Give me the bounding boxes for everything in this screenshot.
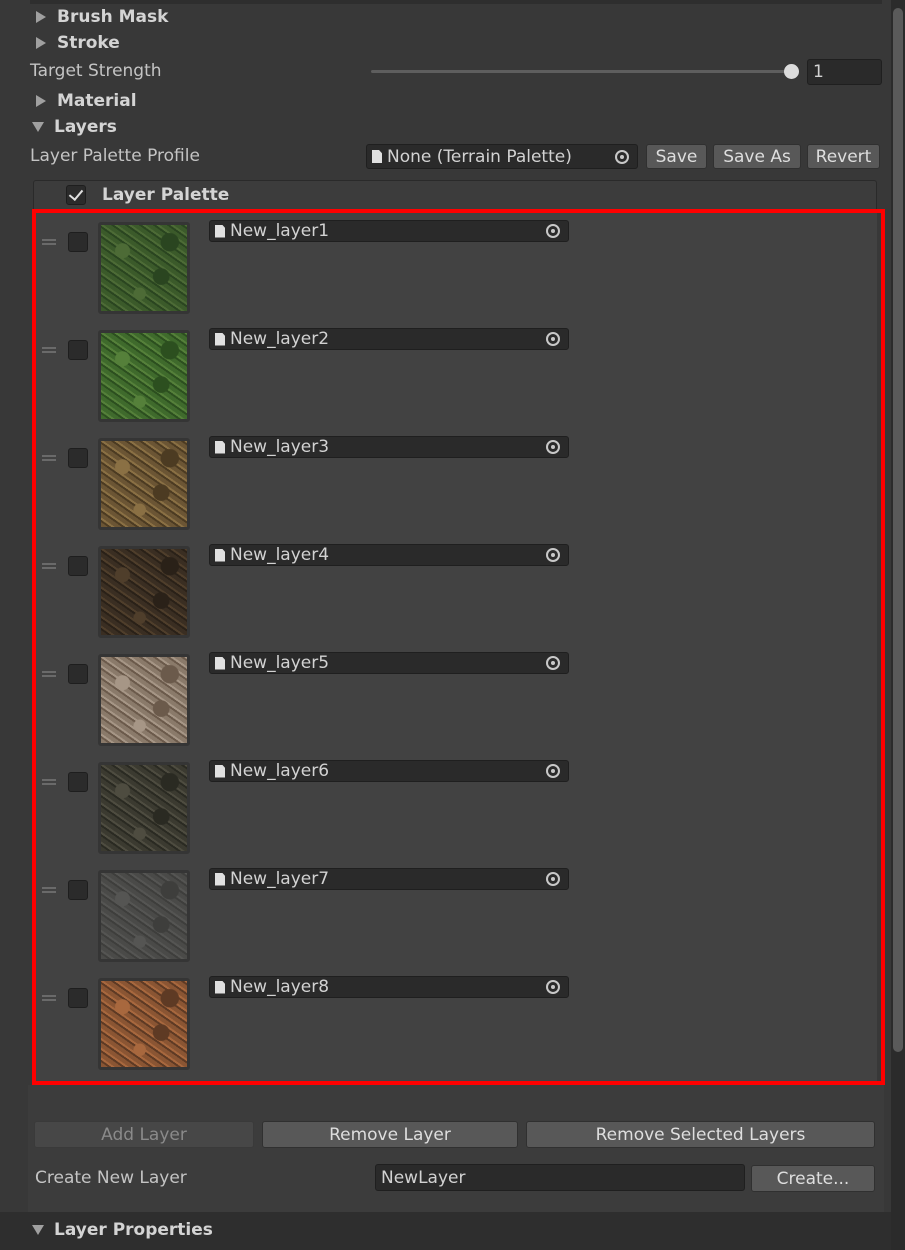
new-layer-name-input[interactable]: NewLayer (375, 1164, 745, 1191)
triangle-down-icon (32, 122, 44, 132)
foldout-layer-properties[interactable]: Layer Properties (32, 1218, 213, 1242)
triangle-right-icon (36, 95, 46, 107)
layer-actions-panel (28, 1085, 884, 1212)
add-layer-button[interactable]: Add Layer (34, 1121, 254, 1148)
target-strength-slider-knob[interactable] (784, 64, 799, 79)
layer-palette-title: Layer Palette (102, 185, 230, 205)
create-new-layer-label: Create New Layer (35, 1168, 187, 1188)
new-layer-name-value: NewLayer (381, 1167, 466, 1188)
foldout-layer-properties-label: Layer Properties (54, 1220, 213, 1240)
layer-palette-profile-label: Layer Palette Profile (30, 146, 200, 166)
triangle-right-icon (36, 11, 46, 23)
foldout-material[interactable]: Material (34, 89, 137, 113)
layer-palette-header: Layer Palette (33, 180, 877, 210)
checkmark-icon (68, 185, 84, 202)
layer-palette-profile-value: None (Terrain Palette) (387, 146, 572, 167)
target-strength-slider-track[interactable] (371, 70, 791, 73)
remove-selected-layers-button[interactable]: Remove Selected Layers (526, 1121, 875, 1148)
scrollbar-thumb[interactable] (893, 8, 903, 1052)
foldout-material-label: Material (57, 91, 137, 111)
target-strength-field[interactable]: 1 (807, 59, 882, 85)
triangle-right-icon (36, 37, 46, 49)
foldout-brush-mask[interactable]: Brush Mask (34, 5, 168, 29)
layer-palette-profile-field[interactable]: None (Terrain Palette) (366, 144, 638, 169)
highlight-frame (32, 209, 885, 1085)
foldout-layers[interactable]: Layers (32, 115, 117, 139)
document-icon (372, 150, 382, 163)
save-as-button[interactable]: Save As (713, 144, 801, 169)
foldout-stroke-label: Stroke (57, 33, 120, 53)
foldout-stroke[interactable]: Stroke (34, 31, 120, 55)
foldout-brush-mask-label: Brush Mask (57, 7, 169, 27)
save-button[interactable]: Save (646, 144, 707, 169)
remove-layer-button[interactable]: Remove Layer (262, 1121, 518, 1148)
target-strength-value: 1 (813, 62, 824, 82)
target-strength-label: Target Strength (30, 61, 162, 81)
foldout-layers-label: Layers (54, 117, 117, 137)
revert-button[interactable]: Revert (807, 144, 880, 169)
create-layer-button[interactable]: Create... (751, 1165, 875, 1192)
layer-palette-toggle[interactable] (66, 185, 86, 205)
triangle-down-icon (32, 1225, 44, 1235)
top-divider (30, 0, 882, 4)
object-picker-icon[interactable] (615, 149, 629, 164)
